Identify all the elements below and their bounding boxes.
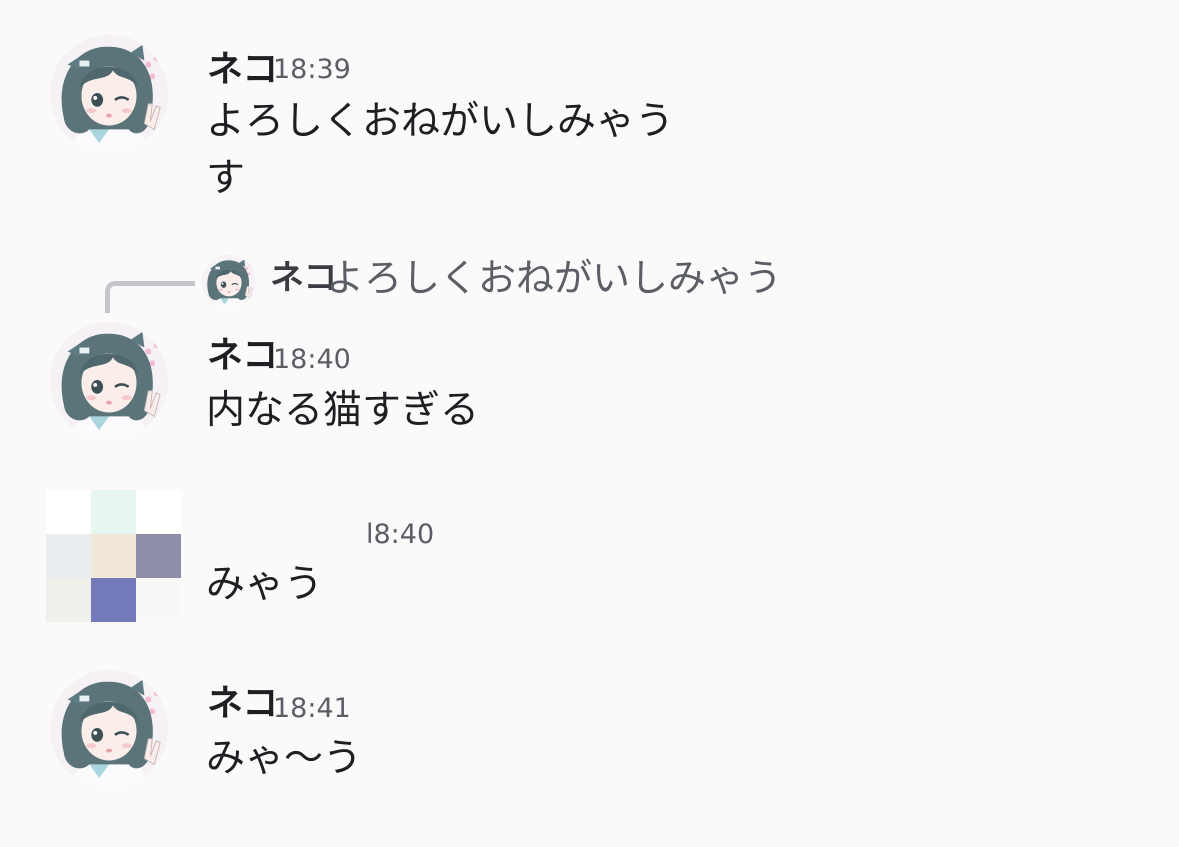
censor-pixel (136, 578, 181, 622)
censor-pixel (91, 490, 136, 534)
message-timestamp: 18:41 (273, 693, 351, 724)
reply-author-avatar[interactable] (202, 255, 256, 309)
message-text-line: みゃ〜う (206, 736, 363, 781)
censor-pixel (46, 490, 91, 534)
censor-pixel (136, 490, 181, 534)
message-timestamp: 18:40 (273, 344, 351, 375)
avatar-image (50, 670, 168, 788)
censor-pixel (46, 534, 91, 578)
message-timestamp: 18:39 (273, 54, 351, 85)
message-author[interactable]: ネコ (207, 336, 278, 376)
message-author[interactable]: ネコ (207, 684, 278, 724)
avatar-image (202, 255, 256, 309)
censor-pixel (91, 534, 136, 578)
avatar-image (50, 35, 168, 153)
user-avatar[interactable] (50, 35, 168, 153)
reply-preview-text[interactable]: よろしくおねがいしみゃう (326, 254, 782, 302)
message-text-line: 内なる猫すぎる (206, 388, 480, 433)
censored-avatar[interactable] (46, 490, 181, 622)
user-avatar[interactable] (50, 670, 168, 788)
message-text-line: す (206, 156, 246, 201)
censor-pixel (46, 578, 91, 622)
user-avatar[interactable] (50, 322, 168, 440)
message-author[interactable]: ネコ (207, 50, 278, 90)
reply-connector-line (105, 281, 195, 313)
censor-pixel (91, 578, 136, 622)
censor-pixel (136, 534, 181, 578)
message-text-line: よろしくおねがいしみゃう (206, 99, 675, 144)
message-timestamp: l8:40 (366, 519, 435, 550)
message-text-line: みゃう (206, 562, 324, 607)
avatar-image (50, 322, 168, 440)
